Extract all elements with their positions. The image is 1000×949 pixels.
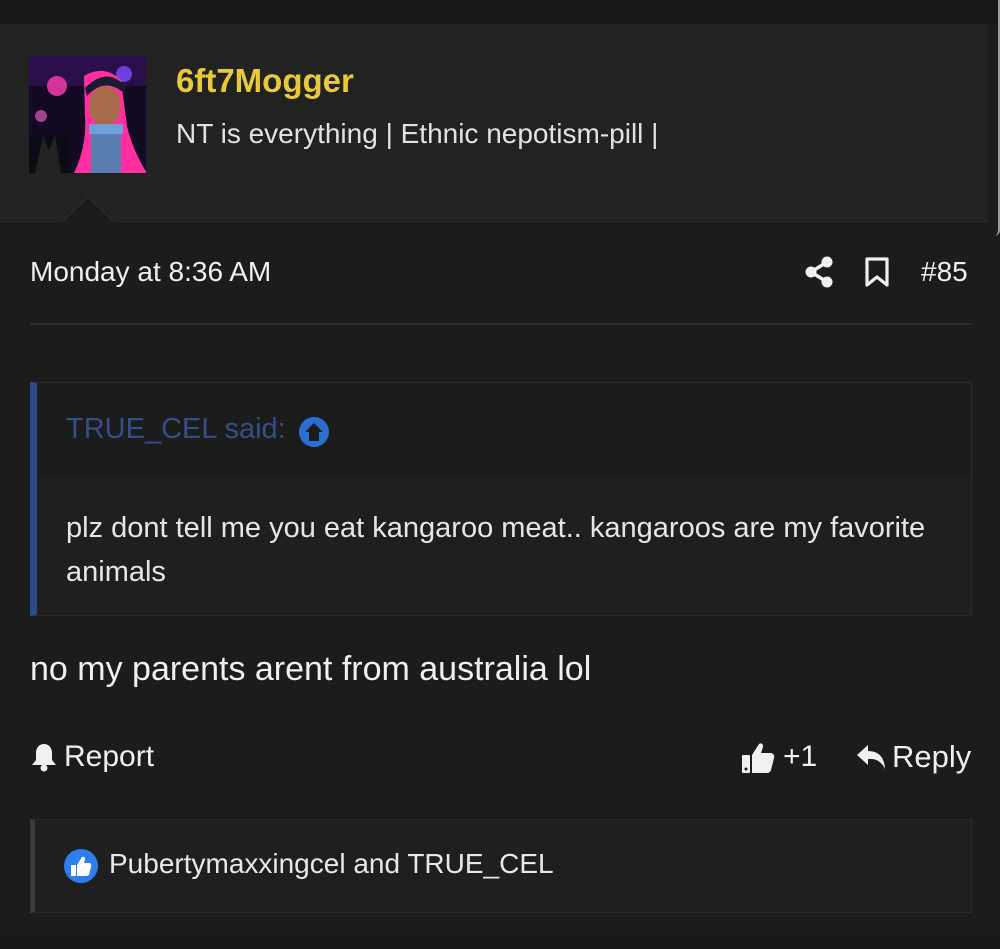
like-count: +1 xyxy=(783,740,818,773)
avatar[interactable] xyxy=(29,56,146,173)
post-date[interactable]: Monday at 8:36 AM xyxy=(30,256,271,288)
arrow-up-circle-icon[interactable] xyxy=(298,416,330,448)
bell-icon xyxy=(32,744,56,772)
top-strip xyxy=(0,0,1000,24)
reply-arrow-icon xyxy=(857,745,885,769)
post-number[interactable]: #85 xyxy=(921,256,968,288)
anime-avatar-icon xyxy=(29,56,146,173)
like-reaction-icon xyxy=(64,849,98,883)
quote-header: TRUE_CEL said: xyxy=(37,383,971,478)
bookmark-icon[interactable] xyxy=(864,257,890,287)
reply-button[interactable]: Reply xyxy=(856,737,971,777)
divider xyxy=(30,323,972,325)
reactions-users[interactable]: Pubertymaxxingcel and TRUE_CEL xyxy=(109,848,554,880)
thumbs-up-icon xyxy=(742,743,775,773)
reactions-bar[interactable]: Pubertymaxxingcel and TRUE_CEL xyxy=(30,819,972,913)
username[interactable]: 6ft7Mogger xyxy=(176,62,354,100)
quote-block: TRUE_CEL said: plz dont tell me you eat … xyxy=(30,382,972,616)
report-button[interactable]: Report xyxy=(30,737,154,777)
report-label: Report xyxy=(64,740,155,773)
post-message: no my parents arent from australia lol xyxy=(30,650,592,688)
quote-author[interactable]: TRUE_CEL said: xyxy=(66,413,286,446)
scrollbar-edge xyxy=(990,0,1000,236)
reply-label: Reply xyxy=(892,739,972,774)
bottom-strip xyxy=(0,937,1000,949)
header-pointer-inner xyxy=(63,198,113,222)
user-title: NT is everything | Ethnic nepotism-pill … xyxy=(176,118,659,149)
share-icon[interactable] xyxy=(804,256,834,288)
like-button[interactable]: +1 xyxy=(741,737,817,777)
quote-text: plz dont tell me you eat kangaroo meat..… xyxy=(66,512,926,588)
